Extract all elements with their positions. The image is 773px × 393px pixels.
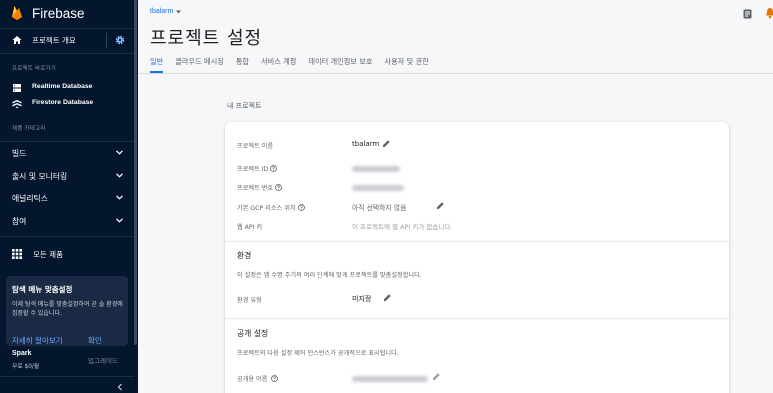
firebase-flame-icon — [12, 6, 22, 20]
project-id-value-redacted — [352, 166, 400, 172]
upgrade-button[interactable]: 업그레이드 — [88, 355, 118, 365]
project-number-label: 프로젝트 번호 — [237, 183, 283, 192]
edit-pencil-icon[interactable] — [436, 201, 445, 210]
confirm-link[interactable]: 확인 — [88, 335, 102, 346]
database-icon — [13, 84, 21, 92]
project-id-label: 프로젝트 ID — [237, 164, 278, 173]
gcp-location-label: 기본 GCP 리소스 위치 — [237, 203, 305, 212]
divider — [0, 28, 134, 29]
all-products-label: 모든 제품 — [33, 250, 63, 259]
sidebar: Firebase 프로젝트 개요 프로젝트 바로가기 Realtime Data… — [0, 0, 138, 393]
tab-general[interactable]: 일반 — [150, 55, 164, 73]
plan-info: Spark 무료 $0/월 업그레이드 — [0, 350, 134, 372]
environment-title: 환경 — [237, 251, 252, 260]
web-api-key-value: 이 프로젝트에 웹 API 키가 없습니다. — [352, 223, 453, 231]
sidebar-scrollbar[interactable] — [134, 0, 137, 345]
help-icon[interactable] — [271, 375, 279, 382]
project-name-value: tbalarm — [352, 140, 380, 148]
caret-down-icon — [176, 10, 182, 13]
tab-service-accounts[interactable]: 서비스 계정 — [261, 55, 296, 73]
public-settings-title: 공개 설정 — [237, 329, 269, 338]
public-settings-desc: 프로젝트의 다음 설정 제어 인스턴스가 공개적으로 표시됩니다. — [237, 350, 399, 357]
help-icon[interactable] — [275, 184, 283, 191]
edit-pencil-icon[interactable] — [382, 139, 391, 148]
notification-bell-icon[interactable] — [765, 7, 773, 19]
tab-cloud-messaging[interactable]: 클라우드 메시징 — [175, 55, 224, 73]
settings-tabs: 일반 클라우드 메시징 통합 서비스 계정 데이터 개인정보 보호 사용자 및 … — [150, 55, 441, 73]
plan-price: 무료 $0/월 — [12, 364, 40, 370]
promo-body: 이제 탐색 메뉴를 맞춤설정하여 곧 솔 환경에 집중할 수 있습니다. — [12, 301, 123, 317]
edit-pencil-icon[interactable] — [432, 372, 441, 381]
chevron-left-icon[interactable] — [116, 383, 124, 391]
shortcut-label: Firestore Database — [32, 99, 94, 106]
tab-data-privacy[interactable]: 데이터 개인정보 보호 — [308, 55, 372, 73]
firestore-icon — [12, 100, 22, 109]
tab-users-permissions[interactable]: 사용자 및 권한 — [385, 55, 429, 73]
release-notes-icon[interactable] — [743, 9, 752, 19]
edit-pencil-icon[interactable] — [383, 293, 392, 302]
divider — [0, 141, 134, 142]
chevron-down-icon — [116, 173, 123, 178]
divider — [225, 318, 729, 319]
promo-title: 탐색 메뉴 맞춤설정 — [12, 285, 73, 294]
category-label: 출시 및 모니터링 — [12, 172, 68, 181]
sidebar-item-project-overview[interactable]: 프로젝트 개요 — [0, 32, 134, 50]
section-title: 내 프로젝트 — [227, 102, 262, 110]
shortcuts-title: 프로젝트 바로가기 — [12, 66, 57, 72]
help-icon[interactable] — [297, 204, 305, 211]
sidebar-category-engage[interactable]: 참여 — [0, 212, 134, 230]
categories-title: 제품 카테고리 — [12, 126, 46, 132]
category-label: 참여 — [12, 217, 27, 226]
gear-icon[interactable] — [115, 35, 125, 45]
page-title: 프로젝트 설정 — [150, 28, 263, 49]
environment-desc: 이 설정은 앱 수명 주기의 여러 단계에 맞게 프로젝트를 맞춤설정합니다. — [237, 272, 422, 279]
sidebar-category-analytics[interactable]: 애널리틱스 — [0, 189, 134, 207]
sidebar-category-build[interactable]: 빌드 — [0, 144, 134, 162]
sidebar-item-all-products[interactable]: 모든 제품 — [0, 245, 134, 263]
divider — [0, 376, 134, 377]
tab-integrations[interactable]: 통합 — [236, 55, 249, 73]
app-name: Firebase — [32, 5, 85, 21]
project-selector[interactable]: tbalarm — [150, 8, 182, 15]
home-icon — [12, 36, 22, 44]
overview-label: 프로젝트 개요 — [32, 36, 76, 45]
web-api-key-label: 웹 API 키 — [237, 224, 263, 231]
grid-icon — [12, 249, 22, 259]
main-content: tbalarm 프로젝트 설정 일반 클라우드 메시징 통합 서비스 계정 데이… — [138, 0, 773, 393]
public-name-value-redacted — [352, 376, 428, 382]
chevron-down-icon — [116, 150, 123, 155]
divider — [138, 73, 773, 74]
sidebar-item-firestore-database[interactable]: Firestore Database — [0, 97, 134, 111]
plan-name: Spark — [12, 350, 32, 357]
sidebar-item-realtime-database[interactable]: Realtime Database — [0, 81, 134, 95]
project-number-value-redacted — [352, 185, 404, 191]
shortcut-label: Realtime Database — [32, 83, 93, 90]
public-name-label: 공개용 이름 — [237, 374, 279, 383]
project-settings-card: 프로젝트 이름 tbalarm 프로젝트 ID 프로젝트 번호 기본 GCP 리… — [225, 122, 729, 393]
divider — [225, 241, 729, 242]
category-label: 빌드 — [12, 149, 27, 158]
environment-type-value: 미지정 — [352, 295, 372, 303]
environment-type-label: 환경 유형 — [237, 297, 262, 304]
category-label: 애널리틱스 — [12, 194, 48, 203]
chevron-down-icon — [116, 195, 123, 200]
firebase-logo[interactable]: Firebase — [11, 4, 85, 22]
help-icon[interactable] — [270, 165, 278, 172]
sidebar-category-release-monitor[interactable]: 출시 및 모니터링 — [0, 167, 134, 185]
chevron-down-icon — [116, 218, 123, 223]
customize-nav-card: 탐색 메뉴 맞춤설정 이제 탐색 메뉴를 맞춤설정하여 곧 솔 환경에 집중할 … — [6, 276, 128, 346]
project-name: tbalarm — [150, 8, 174, 15]
divider — [0, 53, 134, 54]
gcp-location-value: 아직 선택하지 않음 — [352, 204, 407, 212]
divider — [106, 33, 107, 48]
learn-more-link[interactable]: 자세히 알아보기 — [12, 335, 63, 346]
divider — [0, 236, 134, 237]
project-name-label: 프로젝트 이름 — [237, 143, 274, 150]
